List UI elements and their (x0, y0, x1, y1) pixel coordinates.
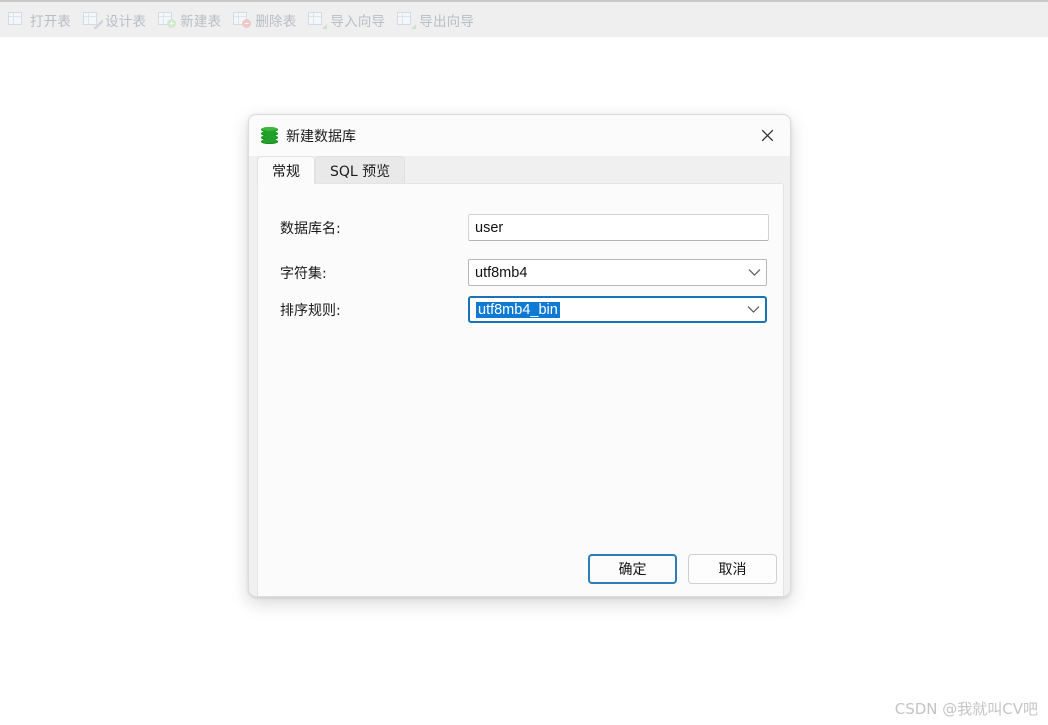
delete-table-icon: – (233, 12, 252, 28)
tab-sql-preview[interactable]: SQL 预览 (315, 156, 406, 184)
export-wizard-icon (397, 12, 417, 29)
import-wizard-icon (308, 12, 328, 29)
toolbar-item-new-table[interactable]: + 新建表 (154, 7, 229, 33)
form-row-charset: 字符集: utf8mb4 (270, 259, 771, 286)
toolbar-item-label: 打开表 (30, 13, 72, 29)
watermark: CSDN @我就叫CV吧 (894, 700, 1038, 718)
close-button[interactable] (744, 115, 790, 156)
database-name-field-wrap (468, 214, 771, 241)
toolbar-item-delete-table[interactable]: – 删除表 (229, 7, 304, 33)
cancel-button[interactable]: 取消 (688, 553, 777, 584)
chevron-down-icon (745, 302, 761, 318)
charset-select[interactable]: utf8mb4 (468, 259, 767, 286)
dialog-titlebar: 新建数据库 (249, 115, 790, 156)
charset-field-wrap: utf8mb4 (468, 259, 771, 286)
toolbar-item-label: 新建表 (180, 13, 222, 29)
cancel-button-label: 取消 (718, 561, 747, 578)
toolbar-item-open-table[interactable]: 打开表 (4, 7, 79, 33)
charset-value: utf8mb4 (475, 264, 528, 281)
toolbar-item-import-wizard[interactable]: 导入向导 (304, 7, 393, 33)
dialog-title: 新建数据库 (286, 128, 356, 145)
collation-field-wrap: utf8mb4_bin (468, 296, 771, 323)
open-table-icon (8, 12, 25, 27)
toolbar-item-export-wizard[interactable]: 导出向导 (393, 7, 482, 33)
tab-label: SQL 预览 (330, 163, 391, 180)
form-row-collation: 排序规则: utf8mb4_bin (270, 296, 771, 323)
toolbar-item-label: 设计表 (105, 13, 147, 29)
dialog-footer: 确定 取消 (249, 541, 790, 596)
toolbar-item-design-table[interactable]: 设计表 (79, 7, 154, 33)
main-toolbar: 打开表 设计表 + 新建表 – 删除表 导入向导 导出向导 (0, 0, 1048, 37)
general-form: 数据库名: 字符集: utf8mb4 (258, 184, 783, 323)
database-name-input[interactable] (468, 214, 769, 241)
collation-select[interactable]: utf8mb4_bin (468, 296, 767, 323)
chevron-down-icon (746, 265, 762, 281)
tab-label: 常规 (272, 163, 300, 180)
design-table-icon (83, 12, 104, 29)
close-icon (761, 129, 773, 142)
confirm-button-label: 确定 (618, 561, 647, 578)
form-row-database-name: 数据库名: (270, 214, 771, 241)
new-database-dialog: 新建数据库 常规 SQL 预览 数据库名: 字符集: (248, 114, 791, 597)
new-table-icon: + (158, 12, 177, 28)
charset-label: 字符集: (280, 265, 327, 282)
confirm-button[interactable]: 确定 (588, 553, 677, 584)
toolbar-item-label: 导出向导 (419, 13, 475, 29)
database-name-label: 数据库名: (280, 220, 341, 237)
collation-label: 排序规则: (280, 302, 341, 319)
database-icon (261, 126, 278, 145)
tab-general[interactable]: 常规 (257, 156, 315, 184)
dialog-tabstrip: 常规 SQL 预览 (257, 156, 784, 184)
toolbar-item-label: 删除表 (255, 13, 297, 29)
toolbar-item-label: 导入向导 (330, 13, 386, 29)
collation-value: utf8mb4_bin (476, 301, 560, 318)
collation-value-wrap: utf8mb4_bin (476, 301, 741, 318)
dialog-content-panel: 数据库名: 字符集: utf8mb4 (257, 183, 784, 596)
